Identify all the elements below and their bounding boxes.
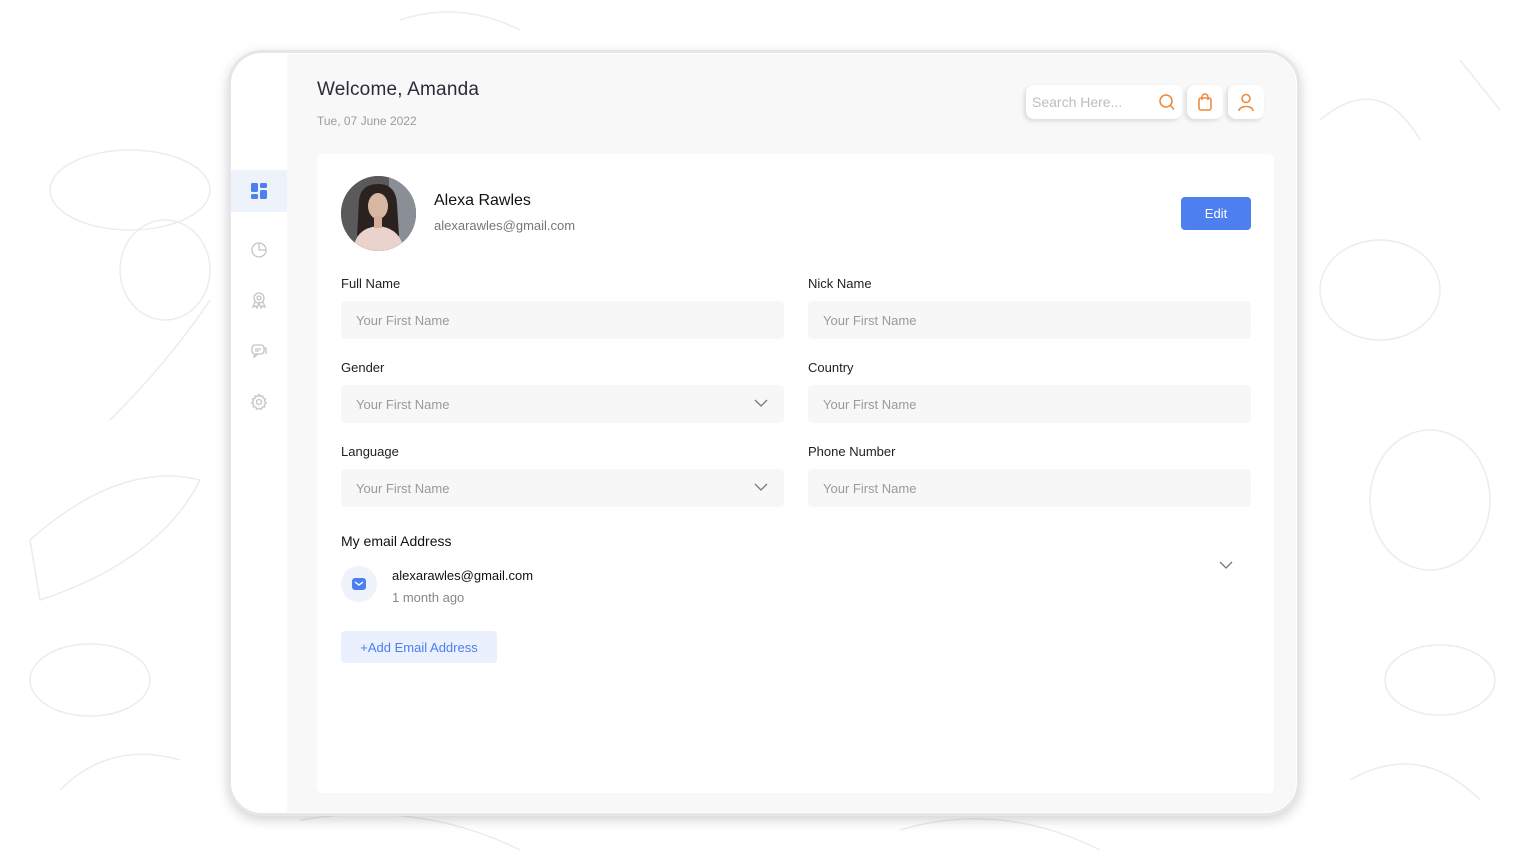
email-section-title: My email Address: [341, 533, 452, 549]
user-icon: [1238, 93, 1254, 112]
sidebar-item-settings[interactable]: [231, 381, 287, 423]
phone-number-label: Phone Number: [808, 444, 896, 459]
nick-name-placeholder: Your First Name: [823, 312, 917, 328]
nick-name-field[interactable]: Your First Name: [808, 301, 1251, 339]
mail-icon: [352, 578, 366, 590]
dashboard-icon: [251, 183, 267, 199]
email-avatar: [341, 566, 377, 602]
sidebar-item-dashboard[interactable]: [231, 170, 287, 212]
search-input[interactable]: [1032, 94, 1152, 110]
gender-select[interactable]: Your First Name: [341, 385, 784, 423]
country-field[interactable]: Your First Name: [808, 385, 1251, 423]
gender-label: Gender: [341, 360, 385, 375]
edit-button[interactable]: Edit: [1181, 197, 1251, 230]
user-button[interactable]: [1228, 85, 1264, 119]
pie-chart-icon: [251, 242, 267, 258]
add-email-button[interactable]: +Add Email Address: [341, 631, 497, 663]
chat-icon: [251, 344, 267, 359]
cart-button[interactable]: [1187, 85, 1223, 119]
chevron-down-icon[interactable]: [1219, 560, 1233, 570]
language-select[interactable]: Your First Name: [341, 469, 784, 507]
shopping-bag-icon: [1198, 93, 1212, 111]
chevron-down-icon: [754, 483, 768, 491]
full-name-label: Full Name: [341, 276, 401, 291]
profile-card: Alexa Rawles alexarawles@gmail.com Edit …: [317, 154, 1274, 793]
profile-name: Alexa Rawles: [434, 192, 531, 209]
full-name-field[interactable]: Your First Name: [341, 301, 784, 339]
chevron-down-icon: [754, 399, 768, 407]
country-placeholder: Your First Name: [823, 396, 917, 412]
language-placeholder: Your First Name: [356, 480, 450, 496]
phone-number-field[interactable]: Your First Name: [808, 469, 1251, 507]
country-label: Country: [808, 360, 854, 375]
sidebar-item-analytics[interactable]: [231, 229, 287, 271]
page-title: Welcome, Amanda: [317, 79, 480, 100]
sidebar: [231, 53, 287, 813]
sidebar-item-messages[interactable]: [231, 330, 287, 372]
award-icon: [251, 292, 267, 309]
nick-name-label: Nick Name: [808, 276, 872, 291]
search-box[interactable]: [1026, 85, 1182, 119]
email-address: alexarawles@gmail.com: [392, 568, 534, 583]
profile-email: alexarawles@gmail.com: [434, 218, 576, 233]
language-label: Language: [341, 444, 399, 459]
email-added-time: 1 month ago: [392, 590, 465, 605]
avatar-photo: [341, 176, 416, 251]
avatar: [341, 176, 416, 251]
header-date: Tue, 07 June 2022: [317, 114, 417, 128]
gender-placeholder: Your First Name: [356, 396, 450, 412]
sidebar-item-awards[interactable]: [231, 279, 287, 321]
search-icon[interactable]: [1158, 93, 1176, 111]
phone-number-placeholder: Your First Name: [823, 480, 917, 496]
full-name-placeholder: Your First Name: [356, 312, 450, 328]
app-window: Welcome, Amanda Tue, 07 June 2022 Search…: [228, 50, 1300, 816]
gear-icon: [250, 393, 268, 411]
